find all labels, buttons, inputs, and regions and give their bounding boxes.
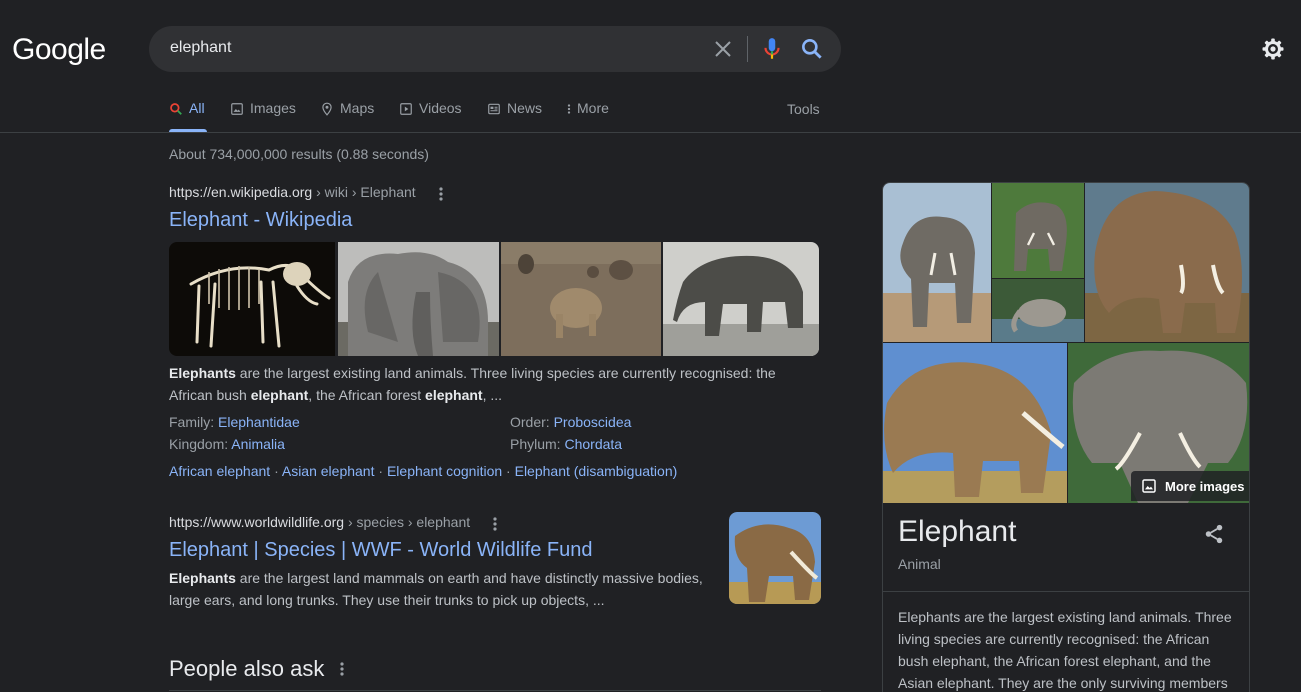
kp-description: Elephants are the largest existing land … bbox=[898, 609, 1232, 691]
header-divider bbox=[0, 132, 1301, 133]
fact-order: Order: Proboscidea bbox=[510, 414, 631, 430]
google-logo[interactable]: Google bbox=[12, 33, 106, 67]
tab-images[interactable]: Images bbox=[230, 100, 296, 132]
result-title-link[interactable]: Elephant - Wikipedia bbox=[169, 209, 352, 232]
map-pin-icon bbox=[322, 102, 332, 116]
fact-link[interactable]: Elephantidae bbox=[218, 414, 300, 430]
fact-label: Family: bbox=[169, 414, 218, 430]
elephant-photo[interactable] bbox=[883, 183, 991, 342]
tab-maps[interactable]: Maps bbox=[320, 100, 374, 132]
result-title-link[interactable]: Elephant | Species | WWF - World Wildlif… bbox=[169, 539, 593, 562]
elephant-photo[interactable] bbox=[883, 343, 1067, 503]
tab-label: Images bbox=[250, 100, 296, 116]
result-cite: https://www.worldwildlife.org › species … bbox=[169, 514, 470, 530]
elephant-skeleton-image[interactable] bbox=[169, 242, 335, 356]
snippet-bold: elephant bbox=[250, 387, 309, 403]
gear-icon[interactable] bbox=[1261, 37, 1285, 61]
more-options-icon[interactable] bbox=[336, 660, 348, 678]
snippet-text: , ... bbox=[482, 387, 503, 403]
news-icon bbox=[488, 103, 500, 115]
more-images-label: More images bbox=[1165, 478, 1245, 494]
image-icon bbox=[1142, 479, 1156, 493]
search-icon bbox=[170, 103, 182, 115]
people-also-ask-heading: People also ask bbox=[169, 656, 325, 681]
searchbox-divider bbox=[747, 36, 748, 62]
elephant-photo[interactable] bbox=[1085, 183, 1250, 342]
elephant-photo[interactable] bbox=[992, 183, 1084, 278]
snippet-text: are the largest land mammals on earth an… bbox=[169, 570, 703, 608]
fact-link[interactable]: Chordata bbox=[564, 436, 622, 452]
cite-path: › wiki › Elephant bbox=[312, 184, 416, 200]
tab-label: News bbox=[507, 100, 543, 116]
fact-family: Family: Elephantidae bbox=[169, 414, 300, 430]
tab-label: Videos bbox=[419, 100, 462, 116]
sitelink-separator: · bbox=[374, 463, 387, 479]
tab-label: More bbox=[577, 100, 609, 116]
tab-label: Maps bbox=[340, 100, 375, 116]
cite-site: https://www.worldwildlife.org bbox=[169, 514, 345, 530]
microphone-icon[interactable] bbox=[759, 36, 785, 62]
tab-more[interactable]: More bbox=[566, 100, 609, 132]
snippet-text: , the African forest bbox=[308, 387, 426, 403]
more-vert-icon bbox=[567, 104, 571, 114]
fact-label: Kingdom: bbox=[169, 436, 232, 452]
cite-site: https://en.wikipedia.org bbox=[169, 184, 313, 200]
result-snippet: Elephants are the largest land mammals o… bbox=[169, 567, 714, 611]
snippet-bold: Elephants bbox=[169, 365, 236, 381]
result-cite: https://en.wikipedia.org › wiki › Elepha… bbox=[169, 184, 416, 200]
kp-title: Elephant bbox=[898, 515, 1017, 548]
kp-subtitle: Animal bbox=[898, 556, 941, 572]
kp-divider bbox=[883, 591, 1249, 592]
tab-news[interactable]: News bbox=[487, 100, 542, 132]
wwf-elephant-thumbnail[interactable] bbox=[729, 512, 821, 604]
search-icon[interactable] bbox=[799, 36, 825, 62]
image-icon bbox=[231, 103, 243, 115]
snippet-bold: Elephants bbox=[169, 570, 236, 586]
sitelink[interactable]: Elephant cognition bbox=[387, 463, 502, 479]
share-icon[interactable] bbox=[1203, 523, 1225, 545]
fact-phylum: Phylum: Chordata bbox=[510, 436, 622, 452]
sitelinks: African elephant · Asian elephant · Elep… bbox=[169, 463, 677, 479]
more-images-button[interactable]: More images bbox=[1131, 471, 1249, 501]
elephant-photo[interactable] bbox=[992, 279, 1084, 342]
sitelink-separator: · bbox=[502, 463, 515, 479]
tab-all[interactable]: All bbox=[169, 100, 207, 132]
play-icon bbox=[400, 103, 412, 115]
result-snippet: Elephants are the largest existing land … bbox=[169, 362, 789, 406]
sitelink-separator: · bbox=[270, 463, 282, 479]
elephant-head-image[interactable] bbox=[338, 242, 499, 356]
result-stats: About 734,000,000 results (0.88 seconds) bbox=[169, 146, 429, 162]
tools-button[interactable]: Tools bbox=[787, 101, 820, 117]
more-options-icon[interactable] bbox=[435, 185, 447, 203]
fact-label: Phylum: bbox=[510, 436, 565, 452]
sitelink[interactable]: African elephant bbox=[169, 463, 270, 479]
sitelink[interactable]: Asian elephant bbox=[282, 463, 375, 479]
search-box[interactable]: elephant bbox=[149, 26, 841, 72]
snippet-bold: elephant bbox=[425, 387, 483, 403]
fact-link[interactable]: Animalia bbox=[231, 436, 285, 452]
clear-icon[interactable] bbox=[711, 37, 735, 61]
fact-label: Order: bbox=[510, 414, 554, 430]
fact-link[interactable]: Proboscidea bbox=[554, 414, 632, 430]
elephant-walking-image[interactable] bbox=[663, 242, 819, 356]
image-strip bbox=[169, 242, 819, 356]
elephant-herd-image[interactable] bbox=[501, 242, 661, 356]
more-options-icon[interactable] bbox=[489, 515, 501, 533]
tab-label: All bbox=[189, 100, 205, 116]
cite-path: › species › elephant bbox=[344, 514, 471, 530]
sitelink[interactable]: Elephant (disambiguation) bbox=[515, 463, 678, 479]
knowledge-panel: More images Elephant Animal Elephants ar… bbox=[882, 182, 1250, 692]
paa-divider bbox=[169, 690, 821, 691]
fact-kingdom: Kingdom: Animalia bbox=[169, 436, 285, 452]
search-input[interactable]: elephant bbox=[170, 39, 231, 57]
tab-videos[interactable]: Videos bbox=[399, 100, 462, 132]
